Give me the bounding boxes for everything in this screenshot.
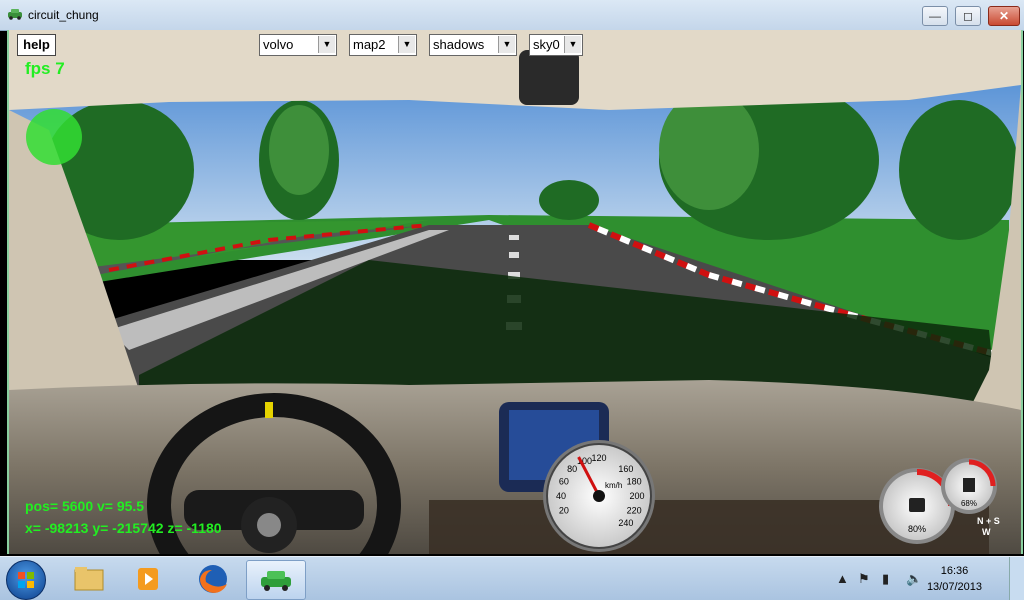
- minimize-button[interactable]: —: [922, 6, 948, 26]
- compass: N + S W: [977, 516, 1000, 537]
- system-clock[interactable]: 16:36 13/07/2013: [927, 563, 982, 595]
- compass-w: W: [982, 527, 991, 537]
- help-button[interactable]: help: [17, 34, 56, 56]
- speed-tick-label: 160: [618, 464, 633, 474]
- battery-icon: [963, 478, 975, 492]
- fuel-pump-icon: [909, 498, 925, 512]
- shadows-select-value: shadows: [433, 37, 485, 52]
- window-title-bar[interactable]: circuit_chung — ◻ ✕: [0, 0, 1024, 31]
- compass-n: N: [977, 516, 984, 526]
- chevron-down-icon: ▼: [564, 36, 581, 53]
- taskbar: ▲ ⚑ ▮ 🔈 16:36 13/07/2013: [0, 556, 1024, 600]
- shadows-select[interactable]: shadows ▼: [429, 34, 517, 56]
- fuel-percent: 80%: [908, 524, 926, 534]
- show-desktop-button[interactable]: [1009, 557, 1024, 600]
- minimize-icon: —: [929, 9, 941, 23]
- map-select-value: map2: [353, 37, 386, 52]
- windows-logo-icon: [18, 572, 34, 588]
- driving-scene: [9, 30, 1021, 554]
- chevron-down-icon: ▼: [398, 36, 415, 53]
- sky-select-value: sky0: [533, 37, 560, 52]
- radar-icon: [26, 109, 82, 165]
- fps-counter: fps 7: [25, 59, 65, 78]
- speed-tick-label: 180: [627, 477, 642, 487]
- car-select[interactable]: volvo ▼: [259, 34, 337, 56]
- speedometer: 20406080100 120160180200220240 km/h: [543, 440, 655, 552]
- close-icon: ✕: [998, 9, 1010, 23]
- clock-date: 13/07/2013: [926, 581, 982, 593]
- speed-tick-label: 40: [556, 491, 566, 501]
- flag-icon[interactable]: ⚑: [858, 571, 870, 587]
- speed-tick-label: 200: [629, 491, 644, 501]
- car-select-value: volvo: [263, 37, 294, 52]
- speed-tick-label: 240: [618, 518, 633, 528]
- circuit-chung-icon: [261, 571, 291, 591]
- maximize-button[interactable]: ◻: [955, 6, 981, 26]
- close-button[interactable]: ✕: [988, 6, 1020, 26]
- taskbar-firefox[interactable]: [184, 560, 242, 598]
- speed-unit: km/h: [605, 481, 622, 490]
- speed-tick-label: 60: [559, 477, 569, 487]
- taskbar-media-player[interactable]: [120, 560, 178, 598]
- map-select[interactable]: map2 ▼: [349, 34, 417, 56]
- taskbar-explorer[interactable]: [60, 560, 118, 598]
- maximize-icon: ◻: [963, 9, 973, 23]
- chevron-down-icon: ▼: [318, 36, 335, 53]
- chevron-down-icon: ▼: [498, 36, 515, 53]
- network-icon[interactable]: ▮: [882, 571, 889, 587]
- show-hidden-icon[interactable]: ▲: [836, 571, 849, 586]
- game-viewport[interactable]: help volvo ▼ map2 ▼ shadows ▼ sky0 ▼ fps…: [7, 30, 1023, 554]
- second-percent: 68%: [961, 499, 977, 508]
- speed-tick-label: 220: [627, 506, 642, 516]
- media-player-icon: [138, 568, 158, 590]
- start-button[interactable]: [6, 560, 46, 600]
- sky-select[interactable]: sky0 ▼: [529, 34, 583, 56]
- taskbar-circuit-chung[interactable]: [246, 560, 306, 600]
- volume-icon[interactable]: 🔈: [906, 571, 922, 587]
- telemetry-line-2: x= -98213 y= -215742 z= -1180: [25, 520, 222, 536]
- car-app-icon: [8, 9, 22, 20]
- speed-tick-label: 80: [567, 464, 577, 474]
- speed-tick-label: 20: [559, 506, 569, 516]
- explorer-icon: [74, 567, 104, 591]
- speed-tick-label: 120: [591, 453, 606, 463]
- compass-s: S: [993, 516, 1000, 526]
- firefox-icon: [199, 565, 227, 593]
- telemetry-line-1: pos= 5600 v= 95.5: [25, 498, 145, 514]
- window-title: circuit_chung: [28, 8, 99, 22]
- clock-time: 16:36: [940, 565, 969, 577]
- secondary-gauge: 68%: [941, 458, 997, 514]
